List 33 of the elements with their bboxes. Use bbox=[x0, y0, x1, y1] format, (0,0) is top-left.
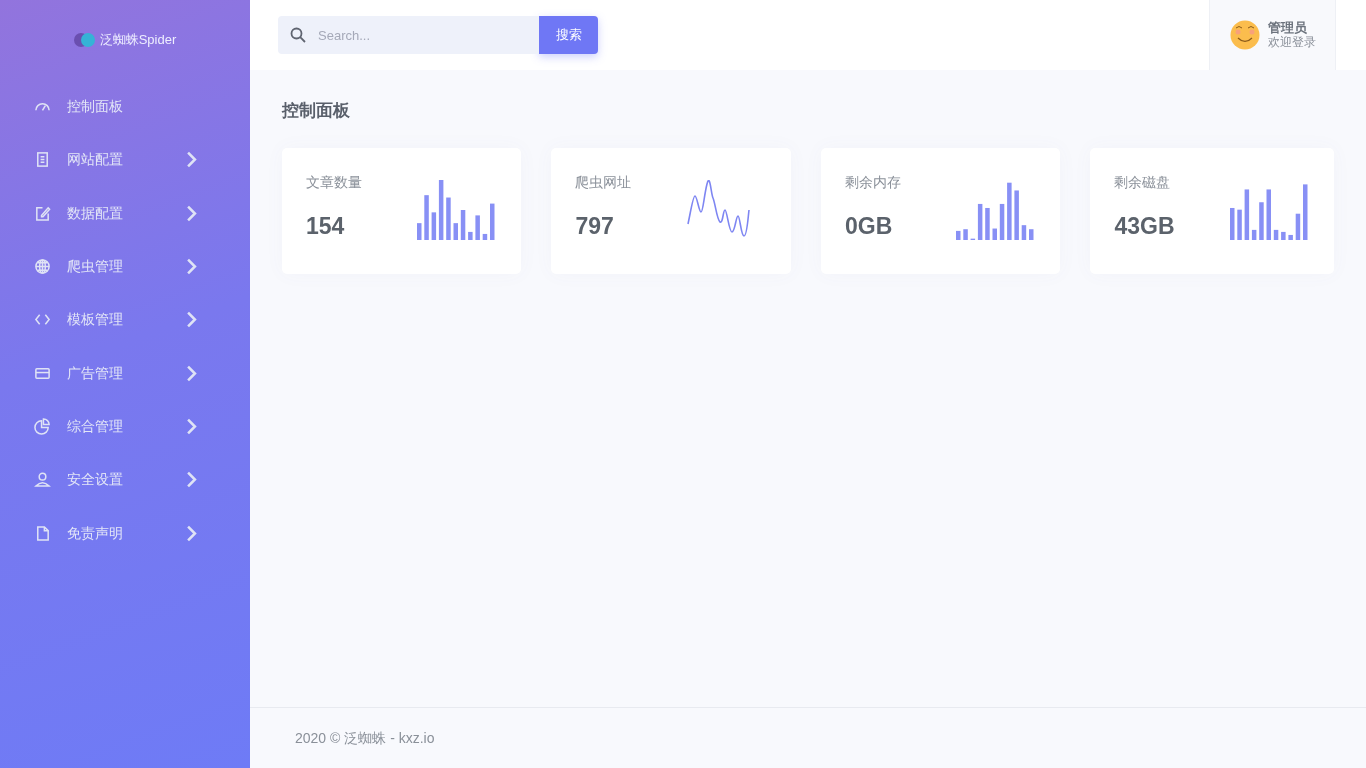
search-button[interactable]: 搜索 bbox=[539, 16, 598, 54]
page-title: 控制面板 bbox=[282, 100, 351, 122]
sidebar-item[interactable]: 网站配置 bbox=[0, 133, 250, 187]
document-icon bbox=[34, 151, 51, 169]
stat-value: 797 bbox=[575, 211, 615, 241]
smiley-avatar-icon bbox=[1229, 20, 1260, 50]
sidebar-item[interactable]: 综合管理 bbox=[0, 399, 250, 454]
logo-icon bbox=[73, 33, 96, 47]
stat-label: 剩余内存 bbox=[844, 172, 901, 192]
file-icon bbox=[34, 524, 51, 542]
sidebar-item[interactable]: 模板管理 bbox=[0, 293, 250, 347]
stat-label: 爬虫网址 bbox=[575, 172, 632, 192]
sidebar-item[interactable]: 爬虫管理 bbox=[0, 239, 250, 294]
sidebar-item[interactable]: 广告管理 bbox=[0, 346, 250, 400]
sidebar-item[interactable]: 数据配置 bbox=[0, 186, 250, 240]
stat-label: 文章数量 bbox=[306, 172, 362, 192]
stat-value: 154 bbox=[306, 211, 346, 241]
stat-value: 0GB bbox=[844, 211, 894, 241]
stat-value: 43GB bbox=[1114, 211, 1175, 241]
edit-icon bbox=[34, 204, 51, 222]
footer-text: 2020 © 泛蜘蛛 - kxz.io bbox=[295, 728, 435, 748]
stat-label: 剩余磁盘 bbox=[1114, 172, 1172, 192]
search-field[interactable]: Search... bbox=[278, 16, 539, 54]
logo-text: 泛蜘蛛Spider bbox=[99, 31, 177, 50]
user-icon bbox=[34, 471, 51, 489]
sidebar-item[interactable]: 免责声明 bbox=[0, 506, 250, 560]
user-name: 管理员 bbox=[1267, 20, 1308, 36]
sidebar-item[interactable]: 安全设置 bbox=[0, 453, 250, 507]
pie-chart-icon bbox=[34, 417, 51, 435]
welcome-text: 欢迎登录 bbox=[1267, 35, 1316, 50]
search-icon bbox=[290, 27, 306, 43]
globe-icon bbox=[34, 258, 51, 276]
sidebar-item[interactable]: 控制面板 bbox=[0, 80, 250, 134]
